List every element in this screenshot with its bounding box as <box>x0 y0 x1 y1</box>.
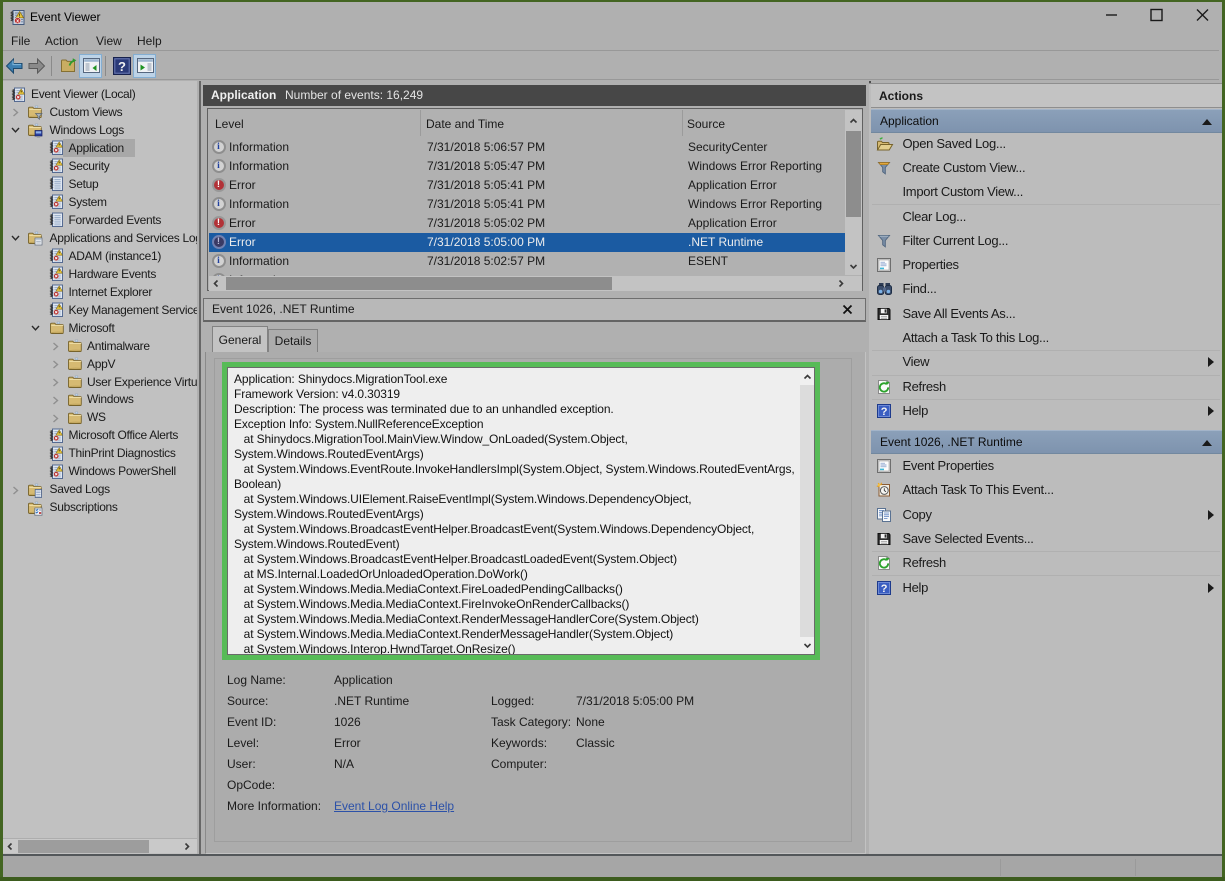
svg-text:?: ? <box>118 59 126 74</box>
svg-text:?: ? <box>881 406 888 418</box>
svg-text:?: ? <box>881 583 888 595</box>
